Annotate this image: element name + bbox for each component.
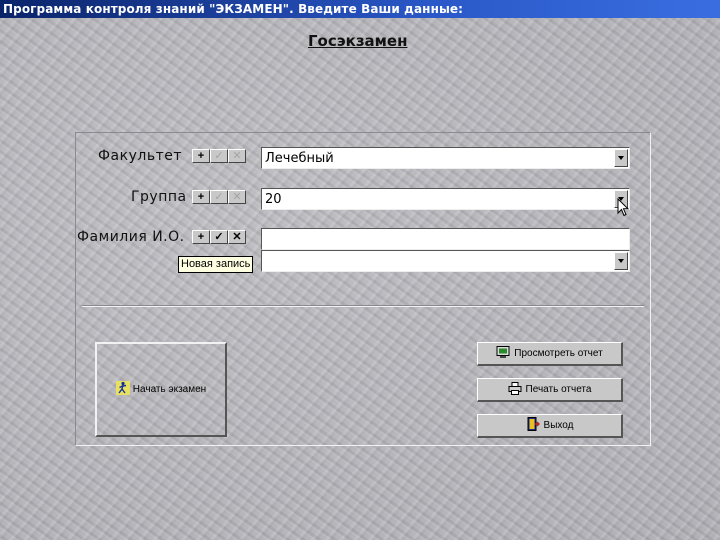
faculty-add-button[interactable]: + [192,149,210,163]
faculty-cancel-button[interactable]: ✕ [228,149,246,163]
faculty-select[interactable]: Лечебный [261,147,630,169]
group-select[interactable]: 20 [261,188,630,210]
start-exam-label: Начать экзамен [132,384,207,395]
student-post-button[interactable]: ✓ [210,230,228,244]
mouse-cursor-icon [617,197,630,221]
print-report-button[interactable]: Печать отчета [477,378,623,402]
add-record-tooltip: Новая запись [178,256,254,273]
print-report-label: Печать отчета [525,384,592,395]
section-divider [82,305,644,307]
window-title: Программа контроля знаний "ЭКЗАМЕН". Вве… [0,0,720,18]
student-cancel-button[interactable]: ✕ [228,230,246,244]
page-title: Госэкзамен [308,32,408,50]
group-add-button[interactable]: + [192,190,210,204]
student-select[interactable] [261,250,630,272]
exit-label: Выход [543,420,574,431]
group-post-button[interactable]: ✓ [210,190,228,204]
view-report-label: Просмотреть отчет [514,348,603,359]
student-navigator: + ✓ ✕ [192,230,246,244]
running-man-icon [115,381,130,398]
faculty-select-value: Лечебный [265,151,334,166]
exit-button[interactable]: Выход [477,414,623,438]
printer-icon [508,381,522,398]
view-report-button[interactable]: Просмотреть отчет [477,342,623,366]
start-exam-button[interactable]: Начать экзамен [95,342,227,437]
student-name-input[interactable] [261,228,630,250]
faculty-navigator: + ✓ ✕ [192,149,246,163]
faculty-dropdown-arrow-icon[interactable] [614,149,628,167]
student-dropdown-arrow-icon[interactable] [614,252,628,270]
group-select-value: 20 [265,192,282,207]
student-name-label: Фамилия И.О. [77,229,185,245]
group-navigator: + ✓ ✕ [192,190,246,204]
monitor-icon [496,345,510,362]
exit-door-icon [526,417,540,434]
group-label: Группа [131,189,187,205]
group-cancel-button[interactable]: ✕ [228,190,246,204]
student-add-button[interactable]: + [192,230,210,244]
faculty-post-button[interactable]: ✓ [210,149,228,163]
faculty-label: Факультет [98,148,182,164]
